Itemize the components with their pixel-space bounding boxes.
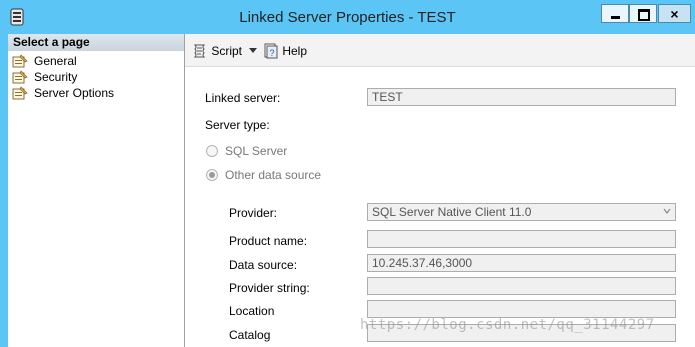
linked-server-properties-window: Linked Server Properties - TEST × Select… xyxy=(0,0,695,347)
location-field[interactable] xyxy=(367,300,676,318)
other-data-source-radio-label: Other data source xyxy=(225,168,322,182)
svg-text:?: ? xyxy=(269,48,274,58)
product-name-field[interactable] xyxy=(367,230,676,248)
sidebar-item-label: General xyxy=(34,54,77,68)
sidebar-item-server-options[interactable]: Server Options xyxy=(12,85,114,101)
sidebar-item-label: Server Options xyxy=(34,86,115,100)
page-selector-header: Select a page xyxy=(8,34,184,51)
other-data-source-radio[interactable] xyxy=(206,169,218,181)
server-type-label: Server type: xyxy=(205,118,270,132)
window-title: Linked Server Properties - TEST xyxy=(239,9,456,26)
data-source-field[interactable]: 10.245.37.46,3000 xyxy=(367,254,676,272)
catalog-label: Catalog xyxy=(229,328,271,342)
sidebar-item-general[interactable]: General xyxy=(12,53,77,69)
page-wrench-icon xyxy=(12,86,28,100)
data-source-label: Data source: xyxy=(229,258,298,272)
provider-string-field[interactable] xyxy=(367,277,676,295)
help-button[interactable]: ? Help xyxy=(263,43,307,59)
close-icon: × xyxy=(670,6,679,22)
linked-server-label: Linked server: xyxy=(205,91,281,105)
script-button[interactable]: Script xyxy=(192,43,242,59)
help-button-label: Help xyxy=(282,44,308,58)
provider-string-label: Provider string: xyxy=(229,281,310,295)
window-border xyxy=(0,34,8,347)
page-wrench-icon xyxy=(12,70,28,84)
chevron-down-icon[interactable] xyxy=(249,48,257,54)
watermark: https://blog.csdn.net/qq_31144297 xyxy=(360,317,655,333)
chevron-down-icon xyxy=(663,208,671,214)
provider-select[interactable]: SQL Server Native Client 11.0 xyxy=(367,203,676,221)
sql-server-radio[interactable] xyxy=(206,145,218,157)
location-label: Location xyxy=(229,304,275,318)
sql-server-radio-label: SQL Server xyxy=(225,144,288,158)
minimize-button[interactable] xyxy=(601,4,629,23)
title-bar[interactable]: Linked Server Properties - TEST × xyxy=(0,0,695,34)
provider-select-value: SQL Server Native Client 11.0 xyxy=(372,205,532,219)
linked-server-field[interactable]: TEST xyxy=(367,88,676,106)
provider-label: Provider: xyxy=(229,206,278,220)
close-button[interactable]: × xyxy=(658,4,691,23)
product-name-label: Product name: xyxy=(229,234,308,248)
script-button-label: Script xyxy=(211,44,243,58)
sidebar-item-security[interactable]: Security xyxy=(12,69,77,85)
page-wrench-icon xyxy=(12,54,28,68)
toolbar: Script ? Help xyxy=(185,34,695,67)
help-icon: ? xyxy=(264,43,278,59)
page-selector-panel: Select a page General Security Server Op… xyxy=(8,34,185,347)
maximize-button[interactable] xyxy=(629,4,657,23)
script-icon xyxy=(193,44,206,58)
sidebar-item-label: Security xyxy=(34,70,78,84)
